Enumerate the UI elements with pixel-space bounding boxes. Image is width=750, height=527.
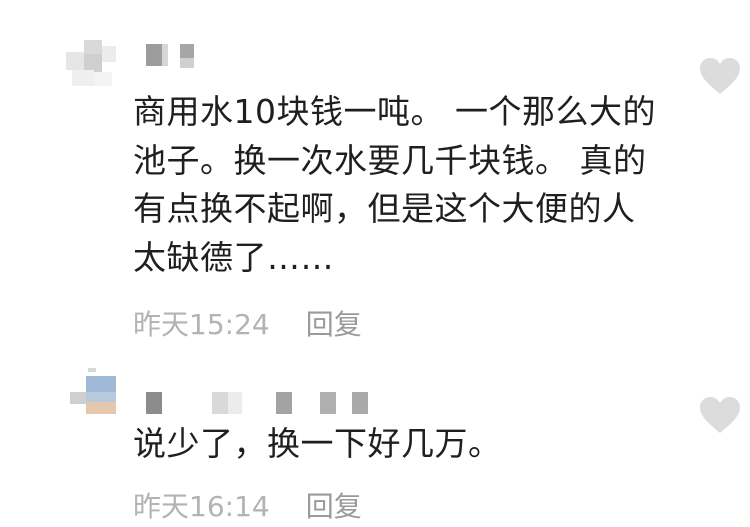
comment-timestamp: 昨天16:14 — [133, 490, 270, 523]
comment-text-line: 有点换不起啊，但是这个大便的人 — [133, 189, 636, 228]
comment-text: 说少了，换一下好几万。 — [133, 420, 693, 469]
reply-button[interactable]: 回复 — [306, 490, 362, 523]
comment-text: 商用水10块钱一吨。 一个那么大的 池子。换一次水要几千块钱。 真的 有点换不起… — [133, 88, 693, 282]
comment-thread: 商用水10块钱一吨。 一个那么大的 池子。换一次水要几千块钱。 真的 有点换不起… — [0, 0, 750, 527]
heart-icon — [700, 397, 740, 433]
comment-meta: 昨天15:24 回复 — [133, 303, 362, 343]
avatar[interactable] — [66, 40, 118, 92]
like-button[interactable] — [698, 56, 742, 96]
comment-timestamp: 昨天15:24 — [133, 308, 270, 341]
reply-button[interactable]: 回复 — [306, 308, 362, 341]
avatar[interactable] — [66, 368, 118, 420]
like-button[interactable] — [698, 395, 742, 435]
comment-text-line: 商用水10块钱一吨。 一个那么大的 — [133, 92, 656, 131]
comment-text-line: 太缺德了…… — [133, 237, 334, 277]
comment-meta: 昨天16:14 回复 — [133, 485, 362, 525]
heart-icon — [700, 58, 740, 94]
comment-text-line: 说少了，换一下好几万。 — [133, 424, 502, 463]
comment-text-line: 池子。换一次水要几千块钱。 真的 — [133, 140, 647, 180]
